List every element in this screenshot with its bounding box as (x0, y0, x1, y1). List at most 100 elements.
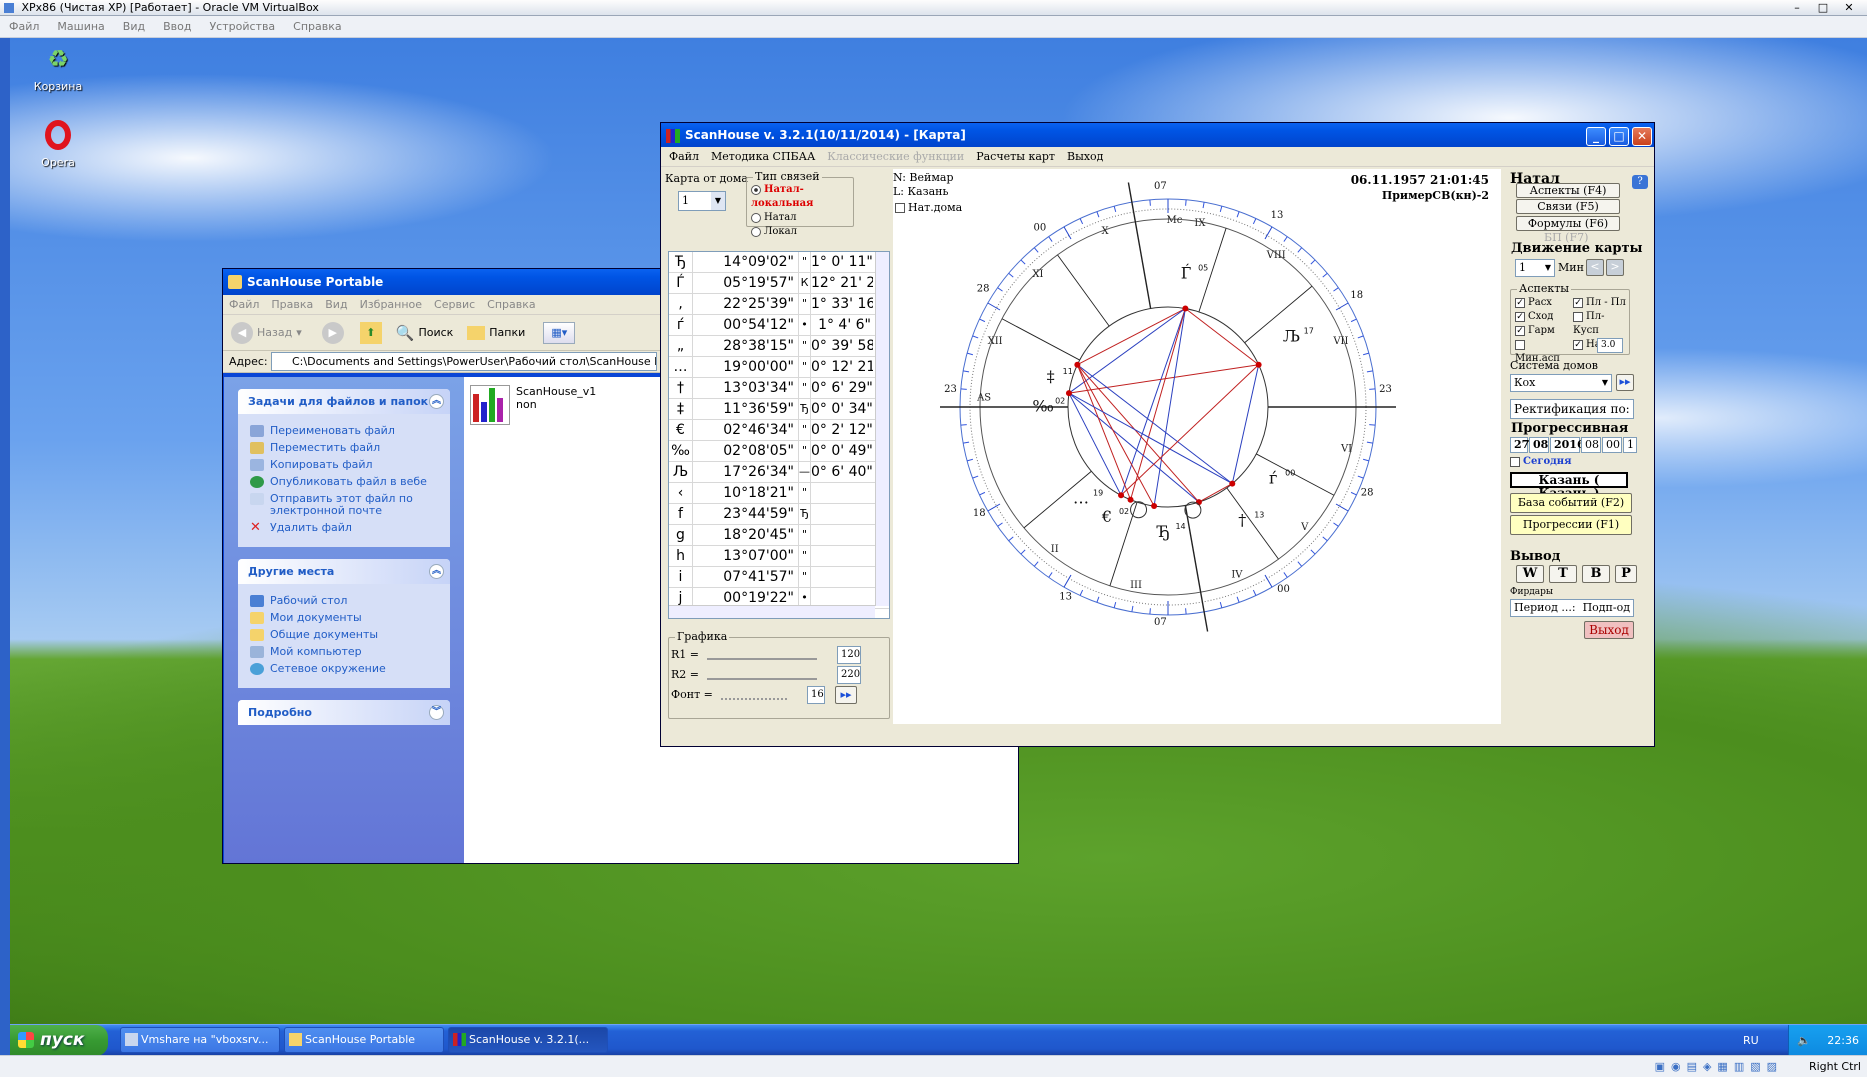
desktop-icon-opera[interactable]: Opera (18, 118, 98, 169)
check-sxod[interactable]: ✓ Сход (1515, 310, 1571, 324)
place-desktop[interactable]: Рабочий стол (250, 595, 442, 607)
planet-row[interactable]: Љ 17°26'34" —0° 6' 40" (669, 462, 889, 483)
exit-button[interactable]: Выход (1584, 621, 1634, 639)
font-slider[interactable] (721, 690, 787, 700)
planet-row[interactable]: Ђ 14°09'02" " 1° 0' 11" (669, 252, 889, 273)
planet-row[interactable]: † 13°03'34" " 0° 6' 29" (669, 378, 889, 399)
place-my-documents[interactable]: Мои документы (250, 612, 442, 624)
natal-chart-canvas[interactable]: N: Веймар L: Казань Нат.дома 06.11.1957 … (893, 169, 1501, 724)
collapse-icon[interactable]: ︽ (429, 564, 444, 579)
collapse-icon[interactable]: ︽ (429, 394, 444, 409)
task-publish[interactable]: Опубликовать файл в вебе (250, 476, 442, 488)
host-menu-help[interactable]: Справка (284, 20, 350, 33)
speaker-icon[interactable]: 🔈 (1797, 1025, 1811, 1056)
events-base-button[interactable]: База событий (F2) (1510, 493, 1632, 513)
explorer-menu-view[interactable]: Вид (319, 298, 353, 311)
details-header[interactable]: Подробно ︾ (238, 700, 450, 725)
task-email[interactable]: Отправить этот файл по электронной почте (250, 493, 442, 517)
search-button[interactable]: 🔍 Поиск (396, 324, 454, 342)
scanhouse-titlebar[interactable]: ScanHouse v. 3.2.1(10/11/2014) - [Карта]… (661, 123, 1654, 147)
check-garm[interactable]: ✓ Гарм (1515, 324, 1571, 338)
host-menu-devices[interactable]: Устройства (200, 20, 284, 33)
task-rename[interactable]: Переименовать файл (250, 425, 442, 437)
output-b-button[interactable]: B (1582, 565, 1610, 583)
menu-exit[interactable]: Выход (1061, 150, 1109, 163)
menu-file[interactable]: Файл (663, 150, 705, 163)
host-menu-machine[interactable]: Машина (48, 20, 113, 33)
task-delete[interactable]: ✕ Удалить файл (250, 521, 442, 534)
explorer-menu-favorites[interactable]: Избранное (354, 298, 428, 311)
output-w-button[interactable]: W (1516, 565, 1544, 583)
planet-row[interactable]: ‡ 11°36'59" Ђ 0° 0' 34" (669, 399, 889, 420)
table-hscrollbar[interactable] (669, 605, 875, 618)
host-minimize-button[interactable]: – (1787, 0, 1807, 16)
r2-field[interactable]: 220 (837, 666, 861, 684)
move-step-select[interactable]: 1 ▼ (1515, 259, 1555, 277)
up-folder-icon[interactable]: ⬆ (359, 321, 382, 344)
planet-row[interactable]: ‹ 10°18'21" " (669, 483, 889, 504)
prog-month[interactable]: 08 (1529, 437, 1549, 453)
planet-row[interactable]: „28°38'15""0° 39' 58" (669, 336, 889, 357)
place-display[interactable]: Казань ( Казань ) (1510, 472, 1628, 500)
explorer-menu-help[interactable]: Справка (481, 298, 541, 311)
r1-field[interactable]: 120 (837, 646, 861, 664)
clock[interactable]: 22:36 (1827, 1034, 1859, 1047)
task-copy[interactable]: Копировать файл (250, 459, 442, 471)
rectification-field[interactable]: Ректификация по: (1510, 399, 1634, 419)
prog-day[interactable]: 27 (1510, 437, 1529, 453)
minimize-button[interactable]: _ (1586, 127, 1606, 146)
planet-row[interactable]: …19°00'00""0° 12' 21" (669, 357, 889, 378)
other-places-header[interactable]: Другие места ︽ (238, 559, 450, 584)
menu-classic[interactable]: Классические функции (821, 150, 970, 163)
taskbar-btn-explorer[interactable]: ScanHouse Portable (284, 1027, 444, 1053)
house-from-select[interactable]: 1 ▼ (678, 191, 726, 211)
menu-spbaa[interactable]: Методика СПБАА (705, 150, 821, 163)
start-button[interactable]: пуск (10, 1025, 108, 1056)
taskbar-btn-vmshare[interactable]: Vmshare на "vboxsrv... (120, 1027, 280, 1053)
minasp-field[interactable]: 3.0 (1597, 338, 1623, 353)
host-menu-input[interactable]: Ввод (154, 20, 200, 33)
forward-button[interactable]: ▶ (321, 321, 344, 344)
r2-slider[interactable] (707, 670, 817, 680)
explorer-menu-tools[interactable]: Сервис (428, 298, 481, 311)
explorer-menu-file[interactable]: Файл (223, 298, 265, 311)
desktop-icon-recycle-bin[interactable]: ♻ Корзина (18, 42, 98, 93)
font-field[interactable]: 16 (807, 686, 825, 704)
prog-year[interactable]: 2016 (1550, 437, 1585, 453)
radio-local[interactable]: Локал (751, 225, 853, 239)
planet-row[interactable]: ‚22°25'39""1° 33' 16" (669, 294, 889, 315)
taskbar-btn-scanhouse[interactable]: ScanHouse v. 3.2.1(... (448, 1027, 608, 1053)
planet-row[interactable]: ‰ 02°08'05" " 0° 0' 49" (669, 441, 889, 462)
folders-button[interactable]: Папки (467, 325, 525, 340)
prog-hour[interactable]: 08 (1581, 437, 1601, 453)
planet-row[interactable]: ѓ 00°54'12" • 1° 4' 6" (669, 315, 889, 336)
place-my-computer[interactable]: Мой компьютер (250, 646, 442, 658)
today-checkbox[interactable]: Сегодня (1510, 456, 1572, 467)
check-pl-pl[interactable]: ✓ Пл - Пл (1573, 296, 1629, 310)
language-indicator[interactable]: RU (1743, 1025, 1759, 1056)
file-item[interactable]: ScanHouse_v1 non (470, 385, 596, 425)
output-t-button[interactable]: T (1549, 565, 1577, 583)
radio-natal[interactable]: Натал (751, 211, 853, 225)
host-menu-view[interactable]: Вид (114, 20, 154, 33)
links-f5-button[interactable]: Связи (F5) (1516, 199, 1620, 214)
planet-row[interactable]: h 13°07'00" " (669, 546, 889, 567)
expand-icon[interactable]: ︾ (429, 705, 444, 720)
planet-row[interactable]: €02°46'34" " 0° 2' 12" (669, 420, 889, 441)
radio-natal-local[interactable]: Натал-локальная (751, 183, 853, 211)
address-field[interactable]: C:\Documents and Settings\PowerUser\Рабо… (271, 352, 657, 371)
explorer-menu-edit[interactable]: Правка (265, 298, 319, 311)
host-menu-file[interactable]: Файл (0, 20, 48, 33)
firdar-field[interactable]: Период ...: Подп-од (1510, 599, 1634, 617)
menu-calcs[interactable]: Расчеты карт (970, 150, 1061, 163)
progressions-button[interactable]: Прогрессии (F1) (1510, 515, 1632, 535)
table-scrollbar[interactable] (875, 252, 889, 606)
planet-row[interactable]: i 07°41'57" " (669, 567, 889, 588)
planet-row[interactable]: Ѓ05°19'57"К12° 21' 26 (669, 273, 889, 294)
close-button[interactable]: ✕ (1632, 127, 1652, 146)
file-tasks-header[interactable]: Задачи для файлов и папок ︽ (238, 389, 450, 414)
views-button[interactable]: ▦▾ (543, 321, 576, 344)
planet-row[interactable]: f 23°44'59" Ђ (669, 504, 889, 525)
back-button[interactable]: ◀ Назад ▾ (231, 321, 302, 344)
formulas-f6-button[interactable]: Формулы (F6) (1516, 216, 1620, 231)
